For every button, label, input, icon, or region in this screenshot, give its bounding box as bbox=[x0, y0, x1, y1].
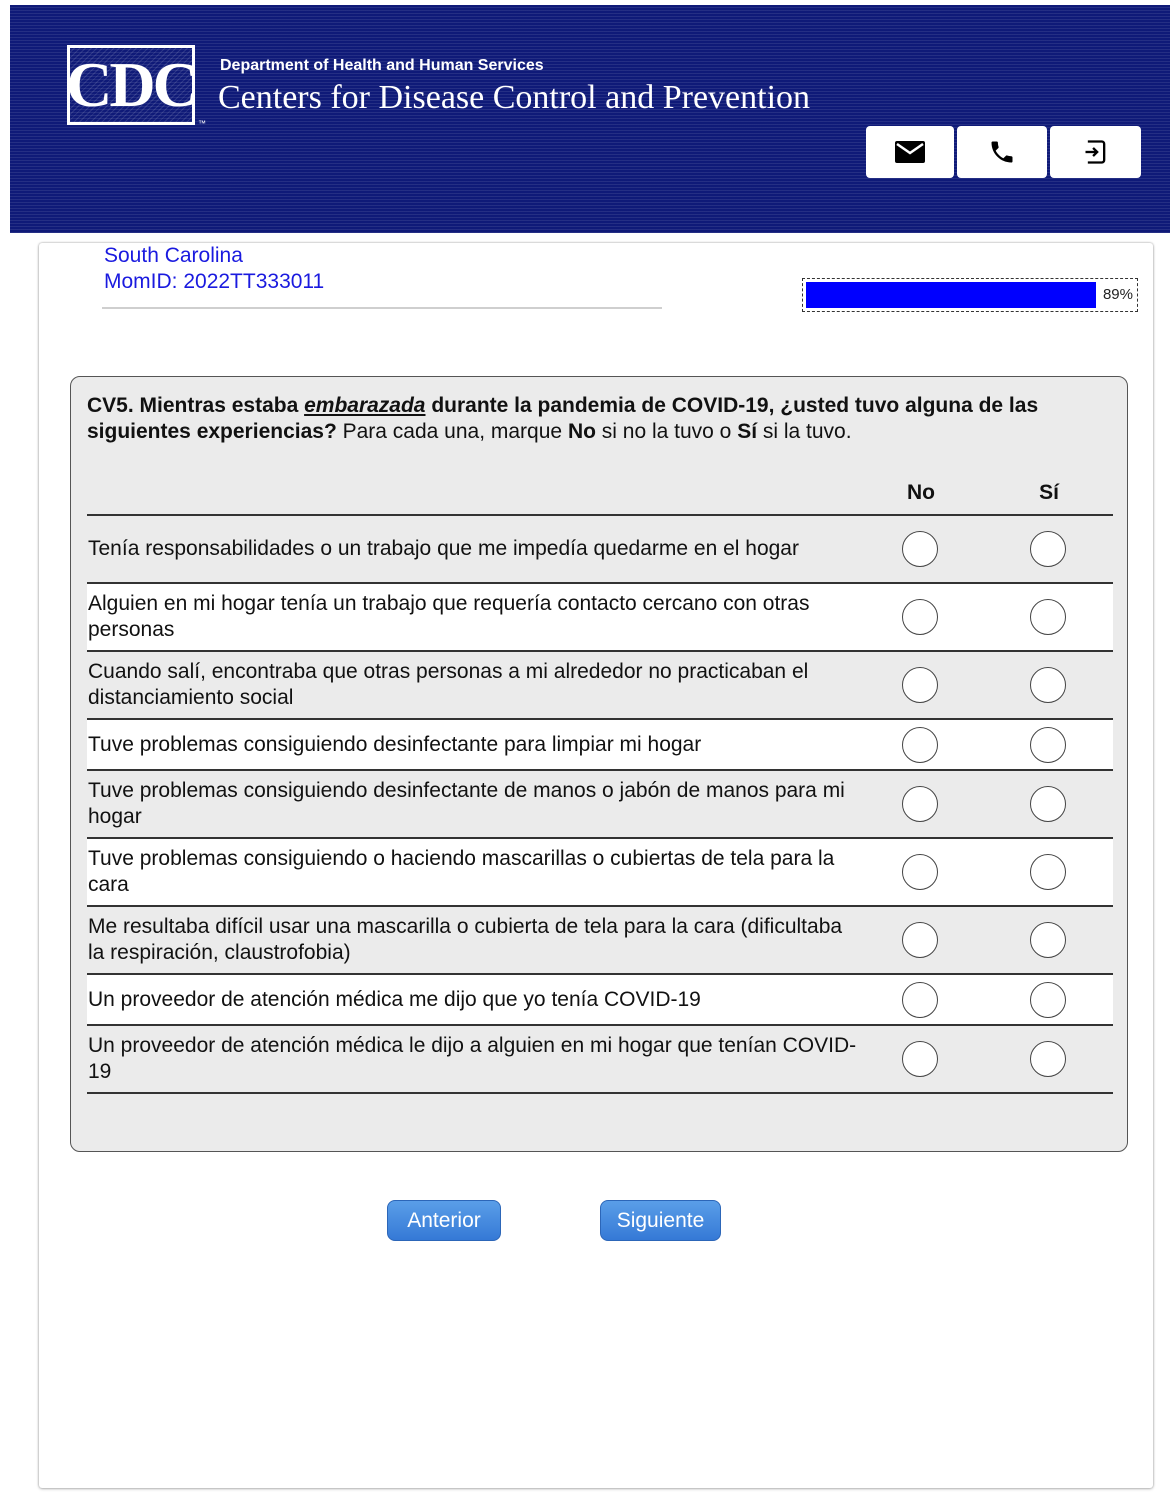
row-label: Tenía responsabilidades o un trabajo que… bbox=[88, 537, 799, 560]
instruction-si-word: Sí bbox=[737, 420, 758, 443]
radio-no[interactable] bbox=[902, 1041, 938, 1077]
question-row: Tuve problemas consiguiendo desinfectant… bbox=[87, 720, 1113, 771]
column-header-si: Sí bbox=[1039, 481, 1059, 504]
radio-si[interactable] bbox=[1030, 1041, 1066, 1077]
row-label: Un proveedor de atención médica me dijo … bbox=[88, 987, 701, 1011]
site-header: CDC ™ Department of Health and Human Ser… bbox=[10, 5, 1170, 233]
radio-no[interactable] bbox=[902, 667, 938, 703]
email-button[interactable] bbox=[866, 126, 954, 178]
question-panel: CV5. Mientras estaba embarazada durante … bbox=[70, 376, 1128, 1152]
question-row: Tuve problemas consiguiendo desinfectant… bbox=[87, 771, 1113, 839]
question-row: Un proveedor de atención médica me dijo … bbox=[87, 975, 1113, 1026]
radio-no[interactable] bbox=[902, 786, 938, 822]
radio-si[interactable] bbox=[1030, 981, 1066, 1018]
cdc-logo-text: CDC bbox=[66, 49, 199, 120]
question-row: Me resultaba difícil usar una mascarilla… bbox=[87, 907, 1113, 975]
radio-no[interactable] bbox=[902, 726, 938, 763]
phone-icon bbox=[988, 138, 1016, 166]
instruction-part-2: si no la tuvo o bbox=[595, 420, 738, 443]
logo-trademark: ™ bbox=[198, 119, 206, 128]
radio-no[interactable] bbox=[902, 599, 938, 635]
radio-si[interactable] bbox=[1030, 531, 1066, 567]
instruction-part-3: si la tuvo. bbox=[757, 420, 852, 443]
progress-bar: 89% bbox=[802, 278, 1138, 312]
row-label: Me resultaba difícil usar una mascarilla… bbox=[88, 915, 843, 964]
column-header-no: No bbox=[907, 481, 935, 504]
next-button[interactable]: Siguiente bbox=[600, 1200, 721, 1241]
radio-no[interactable] bbox=[902, 531, 938, 567]
row-label: Tuve problemas consiguiendo desinfectant… bbox=[88, 732, 702, 756]
mom-id: MomID: 2022TT333011 bbox=[104, 270, 325, 293]
previous-button[interactable]: Anterior bbox=[387, 1200, 501, 1241]
row-label: Alguien en mi hogar tenía un trabajo que… bbox=[88, 592, 810, 641]
question-id: CV5. Mientras estaba bbox=[87, 394, 305, 417]
question-row: Tenía responsabilidades o un trabajo que… bbox=[87, 516, 1113, 584]
instruction-no-word: No bbox=[567, 420, 596, 443]
question-row: Un proveedor de atención médica le dijo … bbox=[87, 1026, 1113, 1094]
radio-no[interactable] bbox=[902, 981, 938, 1018]
row-label: Cuando salí, encontraba que otras person… bbox=[88, 660, 809, 709]
question-emphasis: embarazada bbox=[304, 394, 426, 417]
row-label: Tuve problemas consiguiendo o haciendo m… bbox=[88, 847, 835, 896]
state-name: South Carolina bbox=[104, 244, 243, 267]
radio-si[interactable] bbox=[1030, 922, 1066, 958]
response-grid: Tenía responsabilidades o un trabajo que… bbox=[87, 514, 1113, 1094]
radio-si[interactable] bbox=[1030, 599, 1066, 635]
radio-si[interactable] bbox=[1030, 854, 1066, 890]
radio-si[interactable] bbox=[1030, 667, 1066, 703]
logout-button[interactable] bbox=[1050, 126, 1141, 178]
row-label: Un proveedor de atención médica le dijo … bbox=[88, 1034, 857, 1083]
progress-label: 89% bbox=[1102, 286, 1133, 303]
agency-name: Centers for Disease Control and Preventi… bbox=[218, 79, 811, 116]
question-row: Cuando salí, encontraba que otras person… bbox=[87, 652, 1113, 720]
question-text: CV5. Mientras estaba embarazada durante … bbox=[87, 393, 1107, 445]
radio-si[interactable] bbox=[1030, 786, 1066, 822]
logout-icon bbox=[1082, 138, 1110, 166]
question-row: Alguien en mi hogar tenía un trabajo que… bbox=[87, 584, 1113, 652]
mail-icon bbox=[895, 141, 925, 163]
divider bbox=[102, 307, 662, 309]
progress-fill bbox=[806, 282, 1096, 308]
instruction-part-1: Para cada una, marque bbox=[336, 420, 568, 443]
survey-card: South Carolina MomID: 2022TT333011 89% C… bbox=[39, 243, 1153, 1488]
row-label: Tuve problemas consiguiendo desinfectant… bbox=[88, 779, 845, 828]
phone-button[interactable] bbox=[957, 126, 1047, 178]
radio-si[interactable] bbox=[1030, 726, 1066, 763]
cdc-logo: CDC bbox=[66, 45, 199, 125]
radio-no[interactable] bbox=[902, 922, 938, 958]
department-name: Department of Health and Human Services bbox=[220, 57, 544, 74]
question-row: Tuve problemas consiguiendo o haciendo m… bbox=[87, 839, 1113, 907]
radio-no[interactable] bbox=[902, 854, 938, 890]
